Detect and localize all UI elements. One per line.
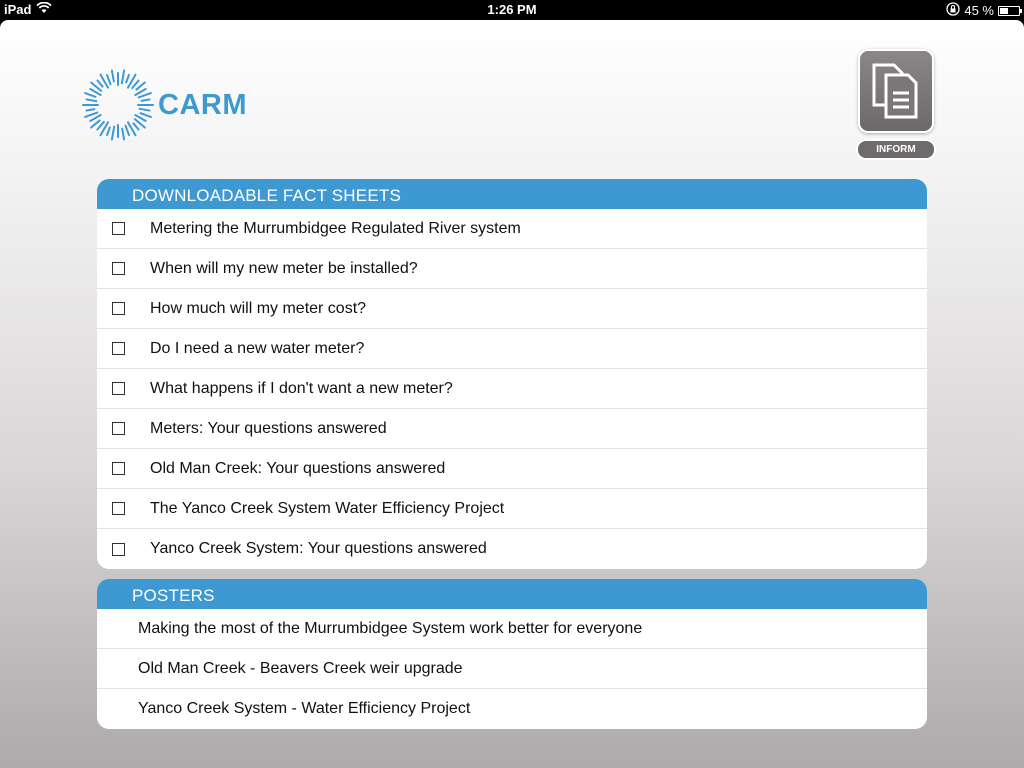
documents-icon <box>872 63 918 119</box>
fact-sheet-label: What happens if I don't want a new meter… <box>150 379 453 397</box>
fact-sheet-label: Do I need a new water meter? <box>150 339 365 357</box>
fact-sheet-checkbox[interactable] <box>112 382 125 395</box>
carm-logo: CARM <box>80 67 247 143</box>
battery-icon <box>998 5 1022 16</box>
fact-sheet-label: Yanco Creek System: Your questions answe… <box>150 540 487 557</box>
inform-icon-button[interactable] <box>858 49 934 133</box>
inform-button[interactable]: INFORM <box>856 49 936 160</box>
posters-panel: POSTERS Making the most of the Murrumbid… <box>97 579 927 729</box>
poster-row[interactable]: Old Man Creek - Beavers Creek weir upgra… <box>97 649 927 689</box>
fact-sheet-checkbox[interactable] <box>112 542 125 556</box>
fact-sheet-checkbox[interactable] <box>112 342 125 355</box>
fact-sheets-list: Metering the Murrumbidgee Regulated Rive… <box>97 209 927 569</box>
fact-sheet-row[interactable]: Yanco Creek System: Your questions answe… <box>97 529 927 569</box>
fact-sheet-row[interactable]: Old Man Creek: Your questions answered <box>97 449 927 489</box>
fact-sheet-row[interactable]: When will my new meter be installed? <box>97 249 927 289</box>
fact-sheet-checkbox[interactable] <box>112 302 125 315</box>
fact-sheet-label: How much will my meter cost? <box>150 299 367 317</box>
fact-sheets-panel: DOWNLOADABLE FACT SHEETS Metering the Mu… <box>97 179 927 569</box>
inform-label[interactable]: INFORM <box>856 139 936 160</box>
fact-sheet-checkbox[interactable] <box>112 262 125 275</box>
poster-label: Yanco Creek System - Water Efficiency Pr… <box>138 700 471 717</box>
fact-sheet-label: Old Man Creek: Your questions answered <box>150 459 446 477</box>
poster-label: Making the most of the Murrumbidgee Syst… <box>138 619 643 637</box>
fact-sheet-checkbox[interactable] <box>112 222 125 235</box>
status-bar: iPad 1:26 PM 45 % <box>0 0 1024 20</box>
fact-sheet-row[interactable]: Metering the Murrumbidgee Regulated Rive… <box>97 209 927 249</box>
clock: 1:26 PM <box>487 2 537 17</box>
fact-sheet-label: When will my new meter be installed? <box>150 259 418 277</box>
fact-sheet-row[interactable]: Meters: Your questions answered <box>97 409 927 449</box>
battery-percent: 45 % <box>964 3 994 18</box>
fact-sheet-checkbox[interactable] <box>112 422 125 435</box>
app-screen: CARM INFORM DOWNLOADABLE FACT SHEETS Met… <box>0 20 1024 768</box>
posters-header: POSTERS <box>97 579 927 609</box>
fact-sheet-row[interactable]: How much will my meter cost? <box>97 289 927 329</box>
fact-sheet-label: Meters: Your questions answered <box>150 419 387 437</box>
fact-sheet-row[interactable]: Do I need a new water meter? <box>97 329 927 369</box>
fact-sheet-checkbox[interactable] <box>112 462 125 475</box>
poster-row[interactable]: Yanco Creek System - Water Efficiency Pr… <box>97 689 927 729</box>
fact-sheet-label: The Yanco Creek System Water Efficiency … <box>150 499 505 517</box>
fact-sheet-row[interactable]: The Yanco Creek System Water Efficiency … <box>97 489 927 529</box>
fact-sheet-label: Metering the Murrumbidgee Regulated Rive… <box>150 219 521 237</box>
poster-label: Old Man Creek - Beavers Creek weir upgra… <box>138 659 463 677</box>
fact-sheet-checkbox[interactable] <box>112 502 125 515</box>
poster-row[interactable]: Making the most of the Murrumbidgee Syst… <box>97 609 927 649</box>
fact-sheet-row[interactable]: What happens if I don't want a new meter… <box>97 369 927 409</box>
orientation-lock-icon <box>946 2 961 19</box>
fact-sheets-header: DOWNLOADABLE FACT SHEETS <box>97 179 927 209</box>
sunburst-logo-icon <box>82 69 154 141</box>
posters-list: Making the most of the Murrumbidgee Syst… <box>97 609 927 729</box>
logo-text: CARM <box>158 88 247 121</box>
